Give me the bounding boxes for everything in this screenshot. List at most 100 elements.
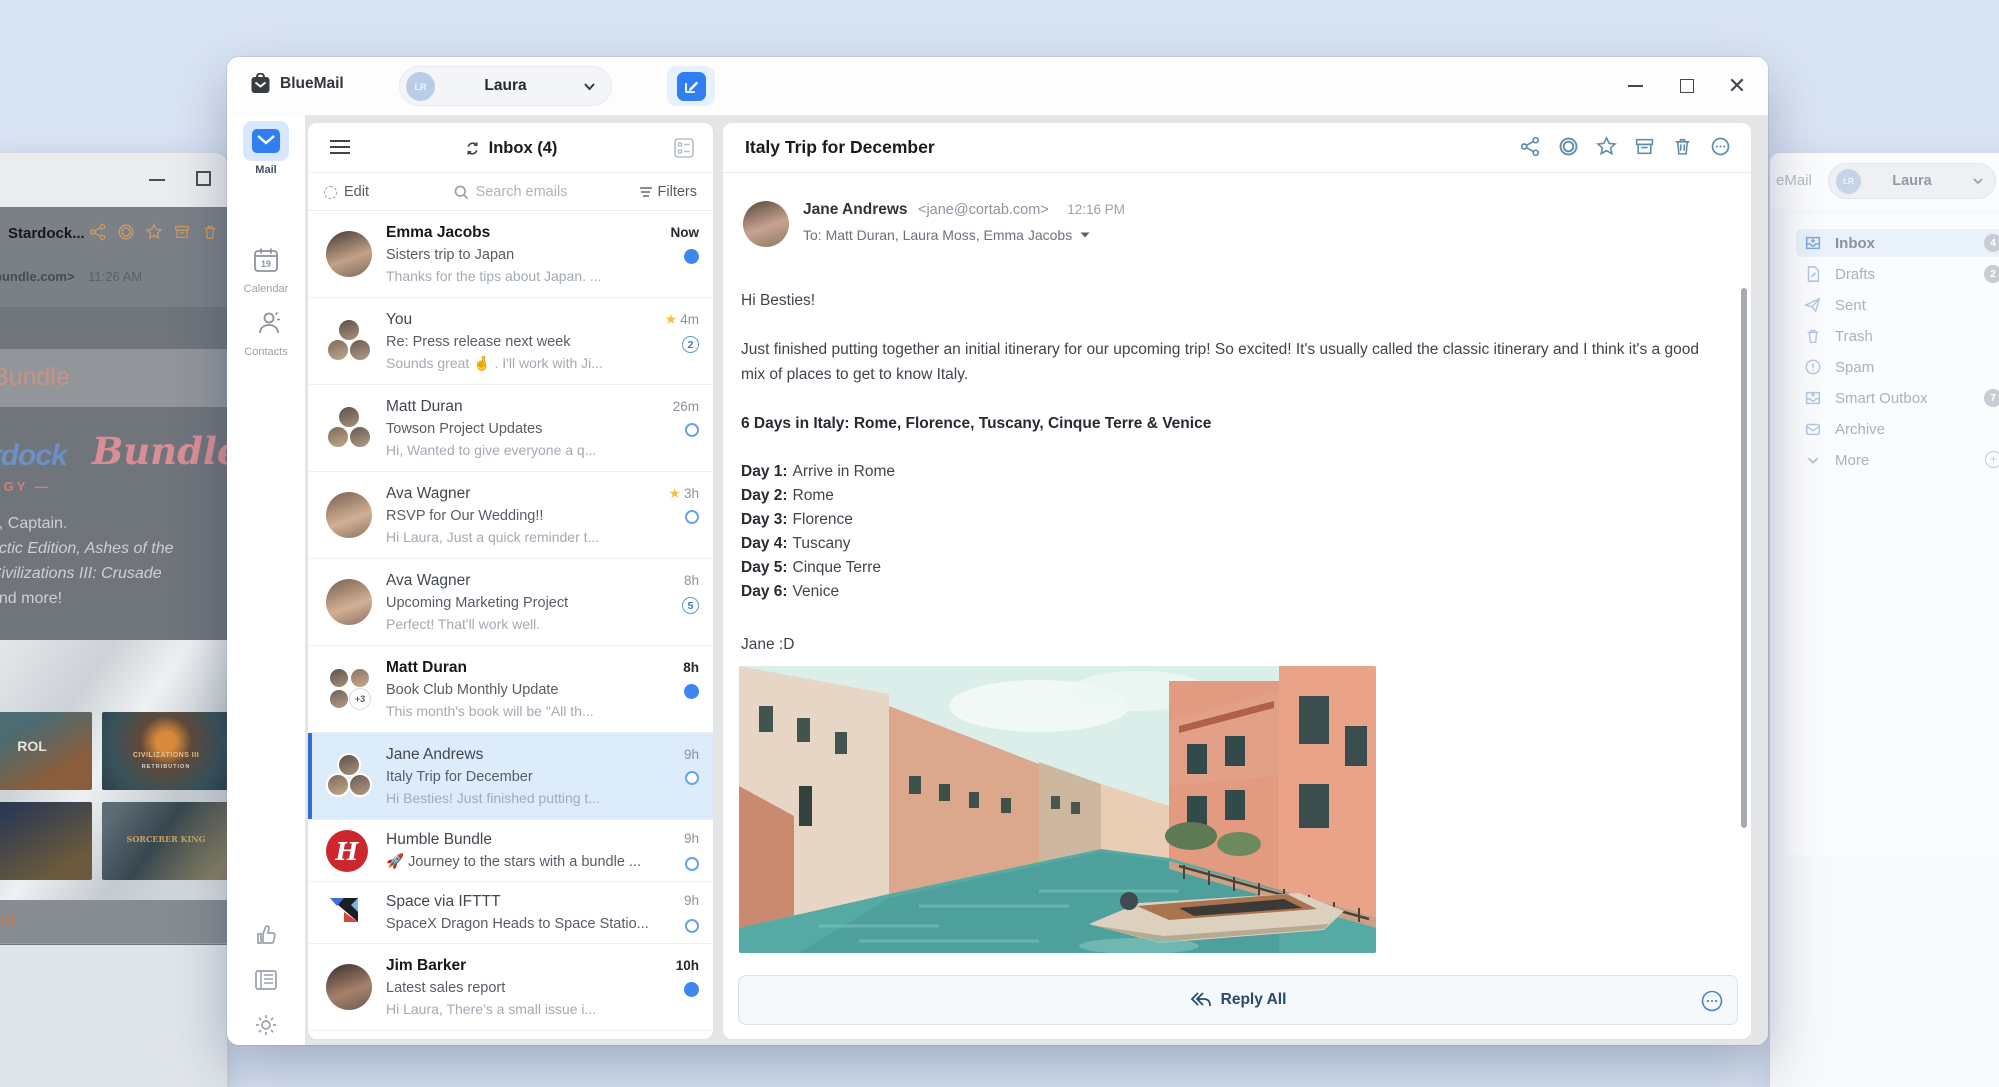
inbox-icon	[1804, 234, 1822, 252]
rail-item-mail[interactable]: Mail	[227, 121, 305, 176]
maximize-button[interactable]	[1664, 57, 1710, 115]
scrollbar[interactable]	[1741, 288, 1747, 828]
compose-button[interactable]	[667, 66, 715, 106]
filters-label: Filters	[658, 184, 697, 200]
background-window-left[interactable]: Stardock... bundle.com> 11:26 AM Bundle …	[0, 153, 227, 1087]
star-icon[interactable]	[1596, 136, 1617, 157]
folder-item-more[interactable]: More +	[1796, 446, 1999, 474]
star-icon[interactable]	[145, 223, 163, 241]
email-row[interactable]: YouRe: Press release next weekSounds gre…	[308, 298, 713, 385]
game-cover-thumbnail[interactable]: CIVILIZATIONS III RETRIBUTION	[102, 712, 227, 790]
background-window-right[interactable]: eMail LR Laura Inbox 4 Drafts 2 Sent	[1770, 153, 1999, 1087]
contacts-icon	[243, 303, 289, 343]
folder-panel: Inbox 4 Drafts 2 Sent Trash Spam	[1788, 215, 1999, 855]
folder-item-archive[interactable]: Archive	[1796, 415, 1999, 443]
folder-item-trash[interactable]: Trash	[1796, 322, 1999, 350]
archive-icon[interactable]	[173, 223, 191, 241]
venice-canal-image[interactable]	[739, 666, 1376, 953]
left-sender-line: bundle.com> 11:26 AM	[0, 269, 142, 284]
itinerary-line: Day 3:Florence	[741, 508, 1721, 532]
folder-item-inbox[interactable]: Inbox 4	[1796, 229, 1999, 257]
trash-icon[interactable]	[1672, 136, 1693, 157]
reply-all-bar[interactable]: Reply All	[738, 975, 1738, 1025]
unread-dot[interactable]	[684, 249, 699, 264]
thread-count-badge[interactable]: 5	[682, 597, 699, 614]
sender-avatar[interactable]	[743, 201, 789, 247]
add-folder-icon[interactable]: +	[1985, 451, 1999, 468]
left-link-row: ard	[0, 900, 227, 944]
email-row[interactable]: Jim BarkerLatest sales reportHi Laura, T…	[308, 944, 713, 1031]
maximize-icon[interactable]	[196, 171, 211, 186]
news-button[interactable]	[227, 969, 305, 991]
feedback-button[interactable]	[227, 923, 305, 947]
star-icon[interactable]: ★	[668, 485, 681, 501]
read-circle[interactable]	[685, 919, 699, 933]
group-avatar: +3	[326, 666, 372, 712]
recipients-line[interactable]: To: Matt Duran, Laura Moss, Emma Jacobs	[803, 227, 1090, 243]
unread-dot[interactable]	[684, 982, 699, 997]
rail-item-calendar[interactable]: 19 Calendar	[227, 240, 305, 295]
left-window-titlebar	[0, 153, 227, 207]
drafts-icon	[1804, 265, 1822, 283]
email-row[interactable]: Ava WagnerUpcoming Marketing ProjectPerf…	[308, 559, 713, 646]
left-link-fragment[interactable]: ard	[0, 912, 15, 929]
star-icon[interactable]: ★	[665, 311, 678, 327]
rail-label: Mail	[227, 164, 305, 176]
game-cover-thumbnail[interactable]: SORCERER KING	[102, 802, 227, 880]
archive-icon	[1804, 420, 1822, 438]
folder-item-drafts[interactable]: Drafts 2	[1796, 260, 1999, 288]
bluemail-logo-icon	[249, 73, 272, 95]
folder-item-spam[interactable]: Spam	[1796, 353, 1999, 381]
folder-item-smart-outbox[interactable]: Smart Outbox 7	[1796, 384, 1999, 412]
itinerary-line: Day 4:Tuscany	[741, 532, 1721, 556]
minimize-button[interactable]	[1612, 57, 1658, 115]
rail-item-contacts[interactable]: Contacts	[227, 303, 305, 358]
share-icon[interactable]	[1520, 136, 1541, 157]
more-reply-options-icon[interactable]	[1701, 990, 1723, 1012]
message-header: Italy Trip for December	[723, 123, 1751, 173]
filters-button[interactable]: Filters	[640, 173, 697, 211]
more-icon[interactable]	[1710, 136, 1731, 157]
view-toggle-button[interactable]	[673, 137, 695, 159]
email-row[interactable]: Space via IFTTTSpaceX Dragon Heads to Sp…	[308, 882, 713, 944]
close-button[interactable]: ✕	[1714, 57, 1760, 115]
email-row-selected[interactable]: Jane AndrewsItaly Trip for DecemberHi Be…	[308, 733, 713, 820]
left-window-bottom	[0, 945, 227, 1087]
list-header: Inbox (4)	[308, 123, 713, 173]
list-title-group[interactable]: Inbox (4)	[308, 123, 713, 173]
sender-name: Jane Andrews	[803, 201, 908, 218]
email-row[interactable]: Ava WagnerRSVP for Our Wedding!!Hi Laura…	[308, 472, 713, 559]
folder-item-sent[interactable]: Sent	[1796, 291, 1999, 319]
email-row[interactable]: +3 Matt DuranBook Club Monthly UpdateThi…	[308, 646, 713, 733]
game-cover-thumbnail[interactable]: ROL	[0, 712, 92, 790]
message-actions	[1520, 136, 1731, 157]
read-circle[interactable]	[685, 423, 699, 437]
account-pill[interactable]: LR Laura	[1828, 163, 1996, 199]
archive-icon[interactable]	[1634, 136, 1655, 157]
email-list: Emma JacobsSisters trip to JapanThanks f…	[308, 211, 713, 1031]
strategy-logo-fragment: EGY —	[0, 479, 51, 494]
left-body-line: Civilizations III: Crusade	[0, 561, 174, 586]
mark-read-icon[interactable]	[117, 223, 135, 241]
sent-icon	[1804, 296, 1822, 314]
read-circle[interactable]	[685, 771, 699, 785]
minimize-icon[interactable]	[149, 179, 165, 181]
game-cover-thumbnail[interactable]	[0, 802, 92, 880]
window-content: Mail 19 Calendar Contacts	[227, 115, 1768, 1045]
account-name: Laura	[400, 77, 611, 95]
email-row[interactable]: H Humble Bundle🚀 Journey to the stars wi…	[308, 820, 713, 882]
reply-all-button[interactable]: Reply All	[739, 976, 1737, 1024]
thread-count-badge[interactable]: 2	[682, 336, 699, 353]
account-switcher[interactable]: LR Laura	[399, 66, 612, 106]
read-circle[interactable]	[685, 857, 699, 871]
email-row[interactable]: Matt DuranTowson Project UpdatesHi, Want…	[308, 385, 713, 472]
unread-dot[interactable]	[684, 684, 699, 699]
email-row[interactable]: Emma JacobsSisters trip to JapanThanks f…	[308, 211, 713, 298]
read-circle[interactable]	[685, 510, 699, 524]
settings-button[interactable]	[227, 1013, 305, 1037]
left-body-text: d, Captain. actic Edition, Ashes of the …	[0, 511, 174, 611]
share-icon[interactable]	[89, 223, 107, 241]
trash-icon[interactable]	[201, 223, 219, 241]
calendar-icon: 19	[243, 240, 289, 280]
mark-unread-icon[interactable]	[1558, 136, 1579, 157]
